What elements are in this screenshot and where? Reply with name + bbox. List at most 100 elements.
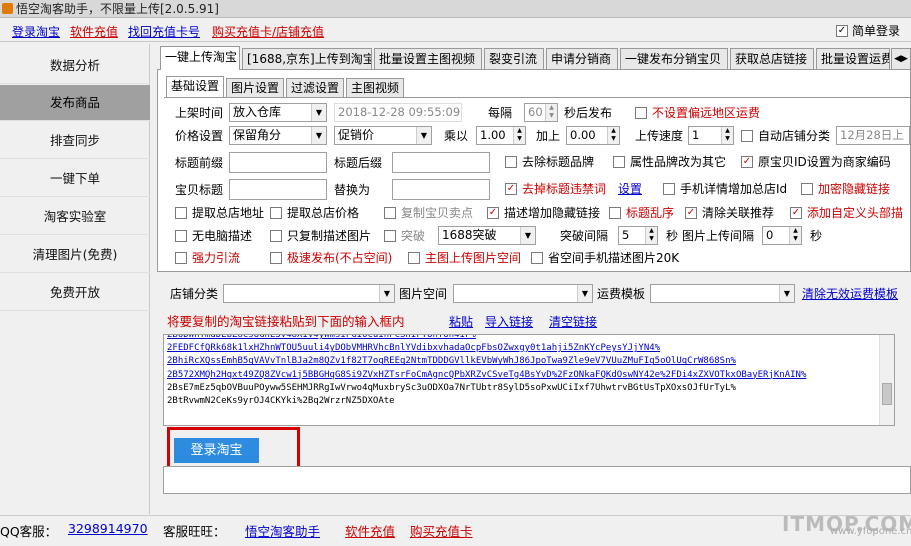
paste-button[interactable]: 粘贴 xyxy=(449,314,473,330)
find-card-link[interactable]: 找回充值卡号 xyxy=(128,23,200,40)
auto-category-checkbox[interactable] xyxy=(741,130,753,142)
shelf-time-label: 上架时间 xyxy=(175,106,224,120)
subtab-image[interactable]: 图片设置 xyxy=(226,78,284,98)
wangwang-label: 客服旺旺： xyxy=(163,524,226,539)
replace-input[interactable] xyxy=(392,179,490,200)
clear-links-button[interactable]: 清空链接 xyxy=(549,314,597,330)
subtab-filter[interactable]: 过滤设置 xyxy=(286,78,344,98)
mobile-shop-id-checkbox[interactable] xyxy=(663,183,675,195)
fast-publish-checkbox[interactable] xyxy=(270,252,282,264)
tab-scroll-arrows[interactable]: ◀▶ xyxy=(891,48,911,70)
subtab-basic[interactable]: 基础设置 xyxy=(166,76,224,98)
img-upload-interval-label: 图片上传间隔 xyxy=(682,229,755,243)
chevron-down-icon: ▼ xyxy=(577,285,592,302)
tab-main-video[interactable]: 批量设置主图视频 xyxy=(374,48,482,70)
settings-panel: 基础设置 图片设置 过滤设置 主图视频 上架时间 放入仓库 ▼ 2018-12-2… xyxy=(157,69,911,272)
breakout-interval-stepper[interactable]: 5 ▲ ▼ xyxy=(618,226,658,245)
auto-category-date[interactable]: 12月28日上 xyxy=(836,126,910,145)
sidebar-item-sync[interactable]: 排查同步 xyxy=(0,123,150,159)
login-taobao-link[interactable]: 登录淘宝 xyxy=(12,23,60,40)
link-line: 2BtRvwmN2CeKs9yrOJ4CKYki%2Bq2WrzrNZ5DXOA… xyxy=(167,396,395,407)
scrollbar-thumb[interactable] xyxy=(882,383,892,405)
shop-category-select[interactable]: ▼ xyxy=(223,284,395,303)
tab-fission[interactable]: 裂变引流 xyxy=(484,48,544,70)
extract-shop-price-checkbox[interactable] xyxy=(270,207,282,219)
simple-login-checkbox[interactable]: ✓ xyxy=(836,25,848,37)
import-links-button[interactable]: 导入链接 xyxy=(485,314,533,330)
no-remote-freight-checkbox[interactable] xyxy=(635,107,647,119)
save-space-checkbox[interactable] xyxy=(531,252,543,264)
img-upload-interval-stepper[interactable]: 0 ▲ ▼ xyxy=(762,226,802,245)
recharge-link[interactable]: 软件充值 xyxy=(70,23,118,40)
custom-header-label: 添加自定义头部描 xyxy=(807,206,904,220)
copy-selling-points-checkbox[interactable] xyxy=(384,207,396,219)
main-img-space-label: 主图上传图片空间 xyxy=(425,251,522,265)
log-output-box[interactable] xyxy=(163,466,911,494)
custom-header-checkbox[interactable]: ✓ xyxy=(790,207,802,219)
hidden-link-checkbox[interactable] xyxy=(801,183,813,195)
footer-recharge-link[interactable]: 软件充值 xyxy=(345,521,395,540)
multiply-stepper[interactable]: 1.00 ▲ ▼ xyxy=(476,126,526,145)
item-title-input[interactable] xyxy=(229,179,327,200)
mobile-shop-id-label: 手机详情增加总店Id xyxy=(680,182,788,196)
strong-traffic-checkbox[interactable] xyxy=(175,252,187,264)
copy-desc-images-label: 只复制描述图片 xyxy=(287,229,372,243)
breakout-select[interactable]: 1688突破 ▼ xyxy=(438,226,536,245)
image-space-select[interactable]: ▼ xyxy=(453,284,593,303)
title-shuffle-label: 标题乱序 xyxy=(626,206,675,220)
sidebar-item-lab[interactable]: 淘客实验室 xyxy=(0,199,150,235)
clear-invalid-freight-link[interactable]: 清除无效运费模板 xyxy=(802,286,898,302)
price-select[interactable]: 保留角分 ▼ xyxy=(229,126,327,145)
qq-number-link[interactable]: 3298914970 xyxy=(68,521,148,536)
clear-related-checkbox[interactable]: ✓ xyxy=(685,207,697,219)
subtab-video[interactable]: 主图视频 xyxy=(346,78,404,98)
tab-1688-jd[interactable]: [1688,京东]上传到淘宝 xyxy=(242,48,372,70)
tab-publish-distribution[interactable]: 一键发布分销宝贝 xyxy=(620,48,728,70)
no-pc-desc-checkbox[interactable] xyxy=(175,230,187,242)
desc-hidden-link-checkbox[interactable]: ✓ xyxy=(487,207,499,219)
orig-id-code-checkbox[interactable]: ✓ xyxy=(741,156,753,168)
window-title: 悟空淘客助手，不限量上传[2.0.5.91] xyxy=(16,2,219,16)
breakout-checkbox[interactable] xyxy=(384,230,396,242)
remove-forbidden-checkbox[interactable]: ✓ xyxy=(505,183,517,195)
forbidden-settings-link[interactable]: 设置 xyxy=(618,182,642,196)
title-suffix-input[interactable] xyxy=(392,152,490,173)
every-stepper[interactable]: 60 ▲ ▼ xyxy=(524,103,558,122)
img-seconds: 秒 xyxy=(810,229,823,243)
links-textarea[interactable]: 2B6DWnTmdDEbZoCsUGnE3V48XIV4yWmsIFGIOCuI… xyxy=(163,334,895,426)
main-img-space-checkbox[interactable] xyxy=(408,252,420,264)
sidebar-item-clean-images[interactable]: 清理图片(免费) xyxy=(0,237,150,273)
tab-freight[interactable]: 批量设置运费 xyxy=(816,48,890,70)
tab-distributor[interactable]: 申请分销商 xyxy=(546,48,618,70)
wangwang-link[interactable]: 悟空淘客助手 xyxy=(245,521,320,540)
add-stepper[interactable]: 0.00 ▲ ▼ xyxy=(566,126,620,145)
save-space-label: 省空间手机描述图片20K xyxy=(548,251,680,265)
footer-buy-card-link[interactable]: 购买充值卡 xyxy=(410,521,473,540)
upload-speed-stepper[interactable]: 1 ▲ ▼ xyxy=(688,126,734,145)
login-taobao-button[interactable]: 登录淘宝 xyxy=(174,438,259,463)
datetime-field[interactable]: 2018-12-28 09:55:09 xyxy=(334,103,462,122)
extract-shop-price-label: 提取总店价格 xyxy=(287,206,360,220)
brand-to-other-checkbox[interactable] xyxy=(613,156,625,168)
title-prefix-input[interactable] xyxy=(229,152,327,173)
sidebar-item-one-click-order[interactable]: 一键下单 xyxy=(0,161,150,197)
sidebar-item-data-analysis[interactable]: 数据分析 xyxy=(0,48,150,84)
copy-desc-images-checkbox[interactable] xyxy=(270,230,282,242)
title-bar: 悟空淘客助手，不限量上传[2.0.5.91] xyxy=(0,0,911,18)
tab-upload-taobao[interactable]: 一键上传淘宝 xyxy=(160,46,240,70)
title-shuffle-checkbox[interactable] xyxy=(609,207,621,219)
remove-brand-checkbox[interactable] xyxy=(505,156,517,168)
sidebar-item-free[interactable]: 免费开放 xyxy=(0,275,150,311)
extract-shop-addr-checkbox[interactable] xyxy=(175,207,187,219)
textarea-scrollbar[interactable] xyxy=(879,335,894,425)
freight-template-select[interactable]: ▼ xyxy=(650,284,795,303)
buy-card-link[interactable]: 购买充值卡/店铺充值 xyxy=(212,23,324,40)
shelf-time-select[interactable]: 放入仓库 ▼ xyxy=(229,103,327,122)
sidebar-item-publish[interactable]: 发布商品 xyxy=(0,85,150,121)
strong-traffic-label: 强力引流 xyxy=(192,251,241,265)
promo-select[interactable]: 促销价 ▼ xyxy=(334,126,432,145)
price-label: 价格设置 xyxy=(175,129,224,143)
tab-get-links[interactable]: 获取总店链接 xyxy=(730,48,814,70)
link-line: 2B572XMQh2Hqxt49ZQ8ZVcw1j5BBGHqG8Si9ZVxH… xyxy=(167,369,807,380)
replace-label: 替换为 xyxy=(334,183,371,197)
